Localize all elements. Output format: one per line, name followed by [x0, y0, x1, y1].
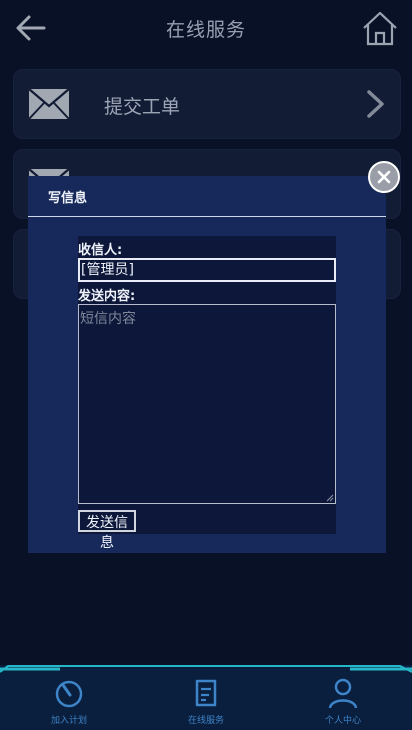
- tab-bar-frame-line: [0, 665, 412, 673]
- message-form: 收信人: [管理员] 发送内容: 短信内容 发送信息: [78, 236, 336, 550]
- send-message-button[interactable]: 发送信息: [78, 510, 136, 550]
- tab-label: 加入计划: [50, 716, 87, 726]
- close-dialog-button[interactable]: [368, 161, 400, 193]
- app-screen: 在线服务 提交工单 写信息 收信人: [管理员] 发送内容: 短信内容 发送信息…: [0, 0, 412, 730]
- close-icon: [377, 170, 391, 184]
- resize-handle-icon[interactable]: [326, 494, 334, 502]
- message-dialog: 写信息 收信人: [管理员] 发送内容: 短信内容 发送信息: [28, 176, 386, 553]
- content-placeholder: 短信内容: [80, 311, 136, 327]
- bottom-tab-bar: 加入计划 在线服务 个人中心: [0, 665, 412, 730]
- tab-label: 在线服务: [187, 716, 224, 726]
- tab-join-plan[interactable]: 加入计划: [24, 677, 114, 727]
- service-icon: [195, 679, 217, 707]
- content-label: 发送内容:: [78, 289, 136, 304]
- recipient-input[interactable]: [管理员]: [78, 258, 336, 282]
- plan-icon: [55, 680, 83, 708]
- dialog-title: 写信息: [28, 176, 386, 217]
- user-icon: [328, 678, 358, 709]
- message-content-textarea[interactable]: 短信内容: [78, 304, 336, 504]
- recipient-label: 收信人:: [78, 243, 123, 258]
- tab-personal-center[interactable]: 个人中心: [298, 677, 388, 727]
- tab-online-service[interactable]: 在线服务: [161, 677, 251, 727]
- tab-label: 个人中心: [324, 716, 361, 726]
